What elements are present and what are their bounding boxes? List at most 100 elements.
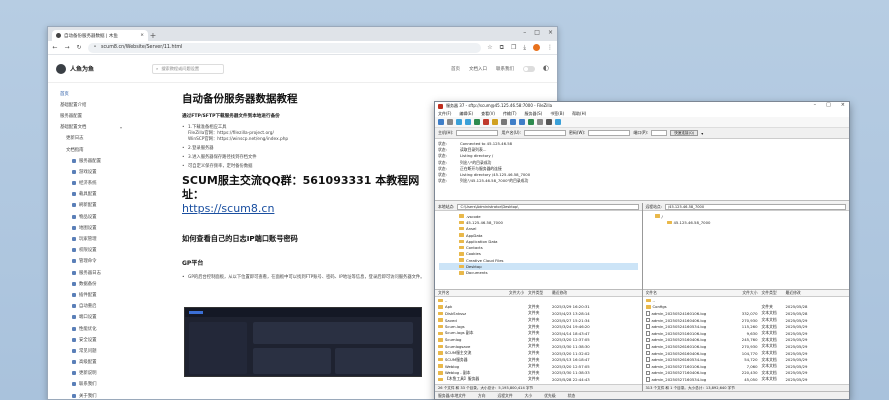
sidebar-item[interactable]: 数据备份 bbox=[60, 278, 140, 289]
site-info-icon[interactable]: ⚬ bbox=[93, 45, 97, 50]
sidebar-item[interactable]: 首页 bbox=[60, 88, 140, 99]
quickconnect-dropdown-icon[interactable]: ▾ bbox=[701, 131, 703, 136]
remote-path-input[interactable]: /45.125.46.58_7000 bbox=[664, 203, 846, 210]
sidebar-item[interactable]: 刷新配置 bbox=[60, 200, 140, 211]
file-row[interactable]: .. bbox=[645, 297, 847, 304]
toolbar-button-icon[interactable] bbox=[474, 119, 480, 125]
file-row[interactable]: DiskSnkssz 文件夹 2025/4/23 13:28:14 bbox=[438, 310, 639, 317]
file-row[interactable]: SCUM服主交流 文件夹 2025/3/20 11:32:02 bbox=[438, 350, 639, 357]
toolbar-button-icon[interactable] bbox=[510, 119, 516, 125]
col-name[interactable]: 文件名 bbox=[438, 290, 496, 296]
sidebar-item[interactable]: 管理命令 bbox=[60, 256, 140, 267]
file-row[interactable]: admin_20250524160534.log 115,260 文本文档 2025/… bbox=[645, 323, 847, 330]
col-size[interactable]: 文件大小 bbox=[730, 290, 762, 296]
bookmark-star-icon[interactable]: ☆ bbox=[487, 44, 492, 51]
file-row[interactable]: admin_20250526160106.log 270,930 文本文档 2025/… bbox=[645, 343, 847, 350]
local-path-input[interactable]: C:\Users\Administrator\Desktop\ bbox=[457, 203, 639, 210]
col-type[interactable]: 文件类型 bbox=[528, 290, 552, 296]
sidebar-item[interactable]: 服务器配置 bbox=[60, 110, 140, 121]
menu-icon[interactable]: ⋮ bbox=[547, 44, 553, 51]
file-row[interactable]: admin_20250524160406.log 270,930 文本文档 2025/… bbox=[645, 317, 847, 324]
sidebar-item[interactable]: 关于我们 bbox=[60, 390, 140, 399]
sidebar-item[interactable]: 基础配置介绍 bbox=[60, 99, 140, 110]
site-nav-docs[interactable]: 文档入口 bbox=[469, 66, 487, 72]
sidebar-item[interactable]: 经济系统 bbox=[60, 178, 140, 189]
sidebar-item[interactable]: 高级配置 bbox=[60, 357, 140, 368]
file-row[interactable]: Configs 文件夹 2025/05/28 bbox=[645, 304, 847, 311]
browser-tab[interactable]: 自动备份服务器数据 | 木鱼 × bbox=[52, 30, 148, 41]
file-row[interactable]: Saved 文件夹 2025/5/27 15:21:34 bbox=[438, 317, 639, 324]
file-row[interactable]: Apk 文件夹 2025/3/29 16:20:31 bbox=[438, 304, 639, 311]
toolbar-button-icon[interactable] bbox=[501, 119, 507, 125]
back-icon[interactable]: ← bbox=[52, 44, 58, 51]
toolbar-button-icon[interactable] bbox=[447, 119, 453, 125]
queue-col-status[interactable]: 状态 bbox=[568, 393, 576, 399]
sidebar-item[interactable]: 更新说明 bbox=[60, 368, 140, 379]
toolbar-button-icon[interactable] bbox=[528, 119, 534, 125]
menu-help[interactable]: 帮助(H) bbox=[572, 111, 586, 117]
menu-server[interactable]: 服务器(S) bbox=[525, 111, 543, 117]
minimize-icon[interactable]: – bbox=[814, 102, 817, 108]
sidebar-item[interactable]: 游戏设置 bbox=[60, 166, 140, 177]
sidebar-item[interactable]: 服务器配置 bbox=[60, 155, 140, 166]
new-tab-button[interactable]: + bbox=[148, 30, 158, 41]
download-icon[interactable]: ⤓ bbox=[523, 44, 526, 52]
tree-node[interactable]: Documents bbox=[439, 270, 638, 276]
toolbar-button-icon[interactable] bbox=[465, 119, 471, 125]
site-nav-contact[interactable]: 联系我们 bbox=[496, 66, 514, 72]
queue-col-priority[interactable]: 优先级 bbox=[544, 393, 555, 399]
file-row[interactable]: admin_20250525160106.log 9,630 文本文档 2025/05… bbox=[645, 330, 847, 337]
queue-col-size[interactable]: 大小 bbox=[525, 393, 533, 399]
sidebar-item[interactable]: 服务器日志 bbox=[60, 267, 140, 278]
sidebar-item[interactable]: 文档指南 bbox=[60, 144, 140, 155]
col-name[interactable]: 文件名 bbox=[646, 290, 730, 296]
sidebar-item[interactable]: 地图设置 bbox=[60, 222, 140, 233]
maximize-icon[interactable]: □ bbox=[534, 29, 540, 36]
file-row[interactable]: SCUM服务器 文件夹 2025/5/13 16:18:47 bbox=[438, 356, 639, 363]
tutorial-link[interactable]: https://scum8.cn bbox=[182, 202, 432, 216]
site-logo-icon[interactable] bbox=[56, 63, 66, 74]
sidebar-item[interactable]: 端口设置 bbox=[60, 312, 140, 323]
tree-node[interactable]: 45.125.46.58_7000 bbox=[647, 219, 846, 225]
file-row[interactable]: Scum.logs 文件夹 2025/3/24 19:46:20 bbox=[438, 323, 639, 330]
queue-col-local[interactable]: 服务器/本地文件 bbox=[438, 393, 466, 399]
site-nav-home[interactable]: 首页 bbox=[451, 66, 460, 72]
toolbar-button-icon[interactable] bbox=[555, 119, 561, 125]
menu-edit[interactable]: 编辑(E) bbox=[459, 111, 473, 117]
menu-file[interactable]: 文件(F) bbox=[438, 111, 451, 117]
password-input[interactable] bbox=[588, 130, 631, 136]
theme-icon[interactable]: ◐ bbox=[543, 64, 549, 72]
col-date[interactable]: 最近修改 bbox=[552, 290, 597, 296]
sidebar-item[interactable]: 玩家管理 bbox=[60, 233, 140, 244]
close-icon[interactable]: × bbox=[548, 29, 553, 36]
file-row[interactable]: .. bbox=[438, 297, 639, 304]
port-input[interactable] bbox=[651, 130, 668, 136]
toolbar-button-icon[interactable] bbox=[438, 119, 444, 125]
sidebar-item[interactable]: 基础配置文档 ▾ bbox=[60, 122, 140, 133]
col-date[interactable]: 最近修改 bbox=[786, 290, 831, 296]
host-input[interactable] bbox=[456, 130, 499, 136]
site-search-input[interactable]: ⌕ 搜索教程或问题设置 bbox=[152, 63, 224, 74]
forward-icon[interactable]: → bbox=[64, 44, 70, 51]
sidebar-item[interactable]: 自动重启 bbox=[60, 301, 140, 312]
sidebar-item[interactable]: 物品设置 bbox=[60, 211, 140, 222]
file-row[interactable]: Scumlogsave 文件夹 2025/3/30 11:38:30 bbox=[438, 343, 639, 350]
sidebar-item[interactable]: 插件配置 bbox=[60, 289, 140, 300]
toolbar-button-icon[interactable] bbox=[519, 119, 525, 125]
close-icon[interactable]: × bbox=[841, 102, 845, 108]
sidebar-item[interactable]: 常见问题 bbox=[60, 345, 140, 356]
queue-col-direction[interactable]: 方向 bbox=[478, 393, 486, 399]
file-row[interactable]: 【木鱼工具】服务器 文件夹 2025/5/28 22:44:43 bbox=[438, 376, 639, 383]
file-row[interactable]: Weblog 文件夹 2025/3/20 12:57:05 bbox=[438, 363, 639, 370]
queue-col-remote[interactable]: 远程文件 bbox=[497, 393, 512, 399]
file-row[interactable]: admin_20250527160406.log 220,430 文本文档 2025/… bbox=[645, 370, 847, 377]
maximize-icon[interactable]: □ bbox=[826, 102, 831, 108]
dark-mode-toggle[interactable] bbox=[523, 66, 535, 72]
minimize-icon[interactable]: – bbox=[523, 29, 526, 36]
file-row[interactable]: Scum.logs 副本 文件夹 2025/4/14 18:43:47 bbox=[438, 330, 639, 337]
menu-view[interactable]: 查看(V) bbox=[481, 111, 495, 117]
toolbar-button-icon[interactable] bbox=[546, 119, 552, 125]
file-row[interactable]: admin_20250525160406.log 245,760 文本文档 2025/… bbox=[645, 337, 847, 344]
file-row[interactable]: admin_20250526160534.log 54,720 文本文档 2025/0… bbox=[645, 356, 847, 363]
reload-icon[interactable]: ↻ bbox=[76, 44, 82, 51]
